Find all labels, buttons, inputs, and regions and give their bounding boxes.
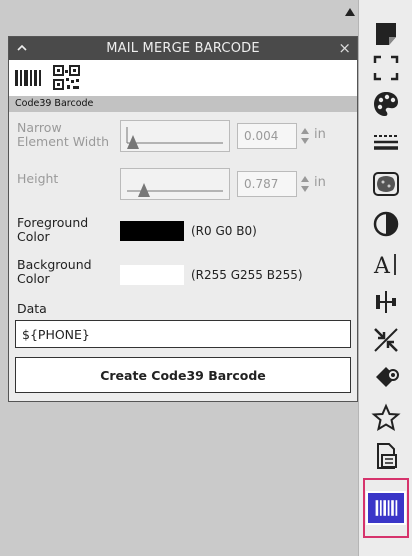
scroll-up-arrow[interactable] [342,4,358,20]
align-center-icon [376,291,396,313]
section-label: Code39 Barcode [9,96,357,112]
narrow-width-spin-icon[interactable] [300,124,310,148]
mail-merge-barcode-panel: MAIL MERGE BARCODE × Code39 Barcode Narr… [8,36,358,402]
background-color-label: Background Color [17,257,92,286]
toolbar-text[interactable]: A [363,246,409,282]
toolbar-line-style[interactable] [363,124,409,160]
height-unit: in [314,175,326,190]
narrow-element-width-slider[interactable] [120,120,230,152]
toolbar-sticky-note[interactable] [363,16,409,52]
height-input[interactable]: 0.787 [237,171,297,197]
toolbar-document[interactable] [363,438,409,474]
narrow-element-width-input[interactable]: 0.004 [237,123,297,149]
foreground-rgb-text: (R0 G0 B0) [191,224,257,238]
panel-titlebar[interactable]: MAIL MERGE BARCODE × [9,37,357,60]
svg-text:A: A [373,254,391,279]
narrow-element-width-label: Narrow Element Width [17,120,110,149]
barcode-icon [375,500,398,516]
toolbar-frame[interactable] [363,50,409,86]
toolbar-barcode-active[interactable] [363,478,409,538]
panel-title: MAIL MERGE BARCODE [106,41,260,56]
toolbar-shrink[interactable] [363,322,409,358]
height-label: Height [17,171,59,186]
right-toolbar: A [358,0,412,556]
data-input[interactable] [15,320,351,348]
foreground-color-label: Foreground Color [17,215,89,244]
palette-icon [374,92,398,116]
foreground-color-swatch[interactable] [120,221,184,241]
barcode-1d-icon[interactable] [13,64,45,92]
close-icon[interactable]: × [338,39,351,57]
line-style-icon [374,135,398,150]
document-icon [377,443,397,469]
background-rgb-text: (R255 G255 B255) [191,268,303,282]
shrink-icon [374,328,398,352]
data-label: Data [17,301,47,316]
texture-fill-icon [373,172,399,196]
qr-code-icon[interactable] [51,64,83,92]
sticky-note-icon [376,23,396,45]
narrow-width-unit: in [314,127,326,142]
toolbar-palette[interactable] [363,86,409,122]
background-color-swatch[interactable] [120,265,184,285]
height-spin-icon[interactable] [300,172,310,196]
star-icon [371,403,401,432]
toolbar-star[interactable] [363,400,409,436]
frame-corners-icon [373,55,399,81]
paint-bucket-icon [376,367,399,387]
toolbar-align[interactable] [363,284,409,320]
barcode-type-tabs [9,60,357,96]
toolbar-paint-bucket[interactable] [363,360,409,396]
height-slider[interactable] [120,168,230,200]
contrast-icon [373,211,399,237]
text-cursor-icon: A [373,254,396,279]
toolbar-contrast[interactable] [363,206,409,242]
toolbar-texture[interactable] [363,166,409,202]
create-code39-barcode-button[interactable]: Create Code39 Barcode [15,357,351,393]
